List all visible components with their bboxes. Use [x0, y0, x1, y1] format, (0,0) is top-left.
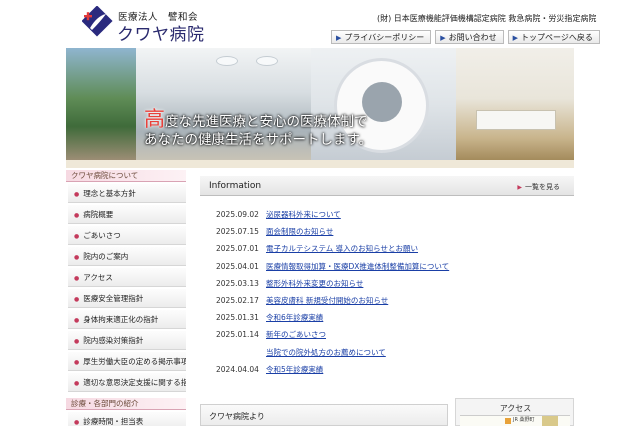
top-links: ▶ プライバシーポリシー ▶ お問い合わせ ▶ トップページへ戻る — [331, 30, 600, 44]
bullet-icon: ● — [74, 338, 80, 345]
sidebar-item-philosophy[interactable]: ● 理念と基本方針 — [68, 184, 186, 203]
news-date: 2025.04.01 — [216, 261, 259, 271]
view-all-link[interactable]: ▶ 一覧を見る — [517, 182, 560, 192]
news-date: 2025.01.31 — [216, 313, 259, 323]
news-date: 2025.01.14 — [216, 330, 259, 340]
map-station-label: JR 桑野町 — [513, 417, 535, 423]
bullet-icon: ● — [74, 254, 80, 261]
sidebar-section-departments: 診療・各部門の紹介 — [66, 398, 186, 410]
arrow-right-icon: ▶ — [336, 34, 342, 42]
hospital-name[interactable]: クワヤ病院 — [117, 20, 205, 45]
sidebar-nav: クワヤ病院について ● 理念と基本方針 ● 病院概要 ● ごあいさつ ● 院内のご案内 … — [66, 170, 186, 426]
information-title: Information — [209, 181, 262, 191]
news-link[interactable]: 令和6年診療実績 — [266, 312, 323, 323]
news-link[interactable]: 当院での院外処方のお薦めについて — [266, 347, 386, 358]
news-item: 2025.04.01 医療情報取得加算・医療DX推進体制整備加算について — [216, 258, 449, 275]
news-date: 2025.03.13 — [216, 278, 259, 288]
surgical-lamp-icon — [256, 56, 278, 66]
information-header: Information ▶ 一覧を見る — [200, 176, 574, 196]
bullet-icon: ● — [74, 275, 80, 282]
surgical-lamp-icon — [216, 56, 238, 66]
sidebar-item-decision-support[interactable]: ● 適切な意思決定支援に関する指針 — [68, 373, 186, 392]
news-link[interactable]: 美容皮膚科 新規受付開始のお知らせ — [266, 295, 388, 306]
hospital-logo-icon[interactable] — [82, 6, 114, 38]
news-item: 2024.04.04 令和5年診療実績 — [216, 361, 449, 378]
access-panel[interactable]: アクセス JR 桑野町 — [455, 398, 574, 426]
bullet-icon: ● — [74, 191, 80, 198]
news-link[interactable]: 令和5年診療実績 — [266, 364, 323, 375]
bullet-icon: ● — [74, 359, 80, 366]
access-map[interactable]: JR 桑野町 — [460, 415, 570, 426]
hero-divider — [66, 160, 574, 168]
news-date: 2025.07.01 — [216, 244, 259, 254]
information-panel: Information ▶ 一覧を見る — [200, 176, 574, 196]
news-item: 2025.07.15 面会制限のお知らせ — [216, 223, 449, 240]
sidebar-item-restraint-policy[interactable]: ● 身体拘束適正化の指針 — [68, 310, 186, 329]
sidebar-item-notices[interactable]: ● 厚生労働大臣の定める掲示事項 — [68, 352, 186, 371]
news-item: 2025.09.02 泌尿器科外来について — [216, 206, 449, 223]
bullet-icon: ● — [74, 233, 80, 240]
map-marker-icon — [505, 418, 511, 424]
access-title: アクセス — [499, 404, 532, 413]
sidebar-item-overview[interactable]: ● 病院概要 — [68, 205, 186, 224]
news-date: 2025.09.02 — [216, 210, 259, 220]
sidebar-section-about: クワヤ病院について — [66, 170, 186, 182]
bullet-icon: ● — [74, 419, 80, 426]
news-date: 2025.02.17 — [216, 296, 259, 306]
sidebar-item-infection-policy[interactable]: ● 院内感染対策指針 — [68, 331, 186, 350]
news-link[interactable]: 新年のごあいさつ — [266, 329, 326, 340]
back-to-top-link[interactable]: ▶ トップページへ戻る — [507, 30, 600, 44]
privacy-policy-link[interactable]: ▶ プライバシーポリシー — [331, 30, 432, 44]
hero-tagline-line1: 高度な先進医療と安心の医療体制で — [144, 107, 368, 131]
hero-tagline: 高度な先進医療と安心の医療体制で あなたの健康生活をサポートします。 — [144, 107, 373, 149]
news-item: 2025.02.17 美容皮膚科 新規受付開始のお知らせ — [216, 292, 449, 309]
hero-banner: 高度な先進医療と安心の医療体制で あなたの健康生活をサポートします。 — [66, 48, 574, 160]
sidebar-item-schedule[interactable]: ● 診療時間・担当表 — [68, 412, 186, 426]
news-list: 2025.09.02 泌尿器科外来について 2025.07.15 面会制限のお知らせ… — [216, 206, 449, 378]
contact-link[interactable]: ▶ お問い合わせ — [435, 30, 504, 44]
news-link[interactable]: 泌尿器科外来について — [266, 209, 341, 220]
bullet-icon: ● — [74, 296, 80, 303]
news-link[interactable]: 整形外科外来変更のお知らせ — [266, 278, 363, 289]
news-date: 2024.04.04 — [216, 364, 259, 374]
site-header: 医療法人 譬和会 クワヤ病院 (財) 日本医療機能評価機構認定病院 救急病院・労… — [0, 0, 640, 48]
sidebar-item-access[interactable]: ● アクセス — [68, 268, 186, 287]
bullet-icon: ● — [74, 380, 80, 387]
news-link[interactable]: 面会制限のお知らせ — [266, 226, 333, 237]
sidebar-item-floor-guide[interactable]: ● 院内のご案内 — [68, 247, 186, 266]
map-building — [542, 416, 558, 426]
sidebar-item-greeting[interactable]: ● ごあいさつ — [68, 226, 186, 245]
news-date: 2025.07.15 — [216, 227, 259, 237]
arrow-right-icon: ▶ — [517, 184, 522, 191]
arrow-right-icon: ▶ — [440, 34, 446, 42]
news-item: 2025.01.31 令和6年診療実績 — [216, 309, 449, 326]
bullet-icon: ● — [74, 317, 80, 324]
news-item: 2025.03.13 整形外科外来変更のお知らせ — [216, 275, 449, 292]
news-item: 当院での院外処方のお薦めについて — [216, 344, 449, 361]
news-link[interactable]: 電子カルテシステム 導入のお知らせとお願い — [266, 243, 418, 254]
hero-tagline-line2: あなたの健康生活をサポートします。 — [144, 132, 373, 148]
accreditation-text: (財) 日本医療機能評価機構認定病院 救急病院・労災指定病院 — [377, 14, 597, 23]
news-item: 2025.01.14 新年のごあいさつ — [216, 326, 449, 343]
news-link[interactable]: 医療情報取得加算・医療DX推進体制整備加算について — [266, 261, 449, 272]
bullet-icon: ● — [74, 212, 80, 219]
arrow-right-icon: ▶ — [512, 34, 519, 42]
hero-photo-patient-room — [456, 48, 574, 160]
hero-photo-garden — [66, 48, 136, 160]
about-panel: クワヤ病院より — [200, 404, 448, 426]
news-item: 2025.07.01 電子カルテシステム 導入のお知らせとお願い — [216, 240, 449, 257]
sidebar-item-safety-policy[interactable]: ● 医療安全管理指針 — [68, 289, 186, 308]
about-title: クワヤ病院より — [209, 412, 265, 421]
hospital-bed — [476, 110, 556, 130]
